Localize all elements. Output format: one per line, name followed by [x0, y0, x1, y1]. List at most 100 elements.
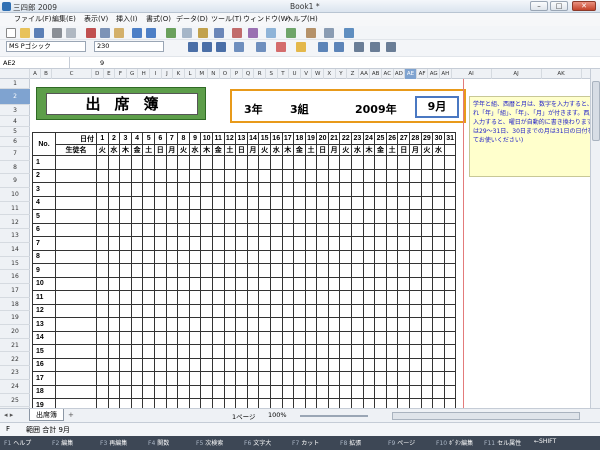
attendance-cell[interactable]	[223, 276, 237, 291]
attendance-cell[interactable]	[420, 155, 434, 170]
attendance-cell[interactable]	[269, 344, 283, 359]
attendance-cell[interactable]	[409, 168, 422, 183]
row-header-7[interactable]: 7	[0, 147, 30, 161]
font-name-select[interactable]: MS Pゴシック	[6, 41, 86, 52]
attendance-cell[interactable]	[223, 290, 237, 305]
attendance-cell[interactable]	[223, 263, 237, 278]
attendance-cell[interactable]	[246, 290, 260, 305]
attendance-cell[interactable]	[153, 330, 167, 345]
attendance-cell[interactable]	[432, 303, 445, 318]
attendance-cell[interactable]	[304, 182, 318, 197]
attendance-cell[interactable]	[374, 263, 387, 278]
attendance-cell[interactable]	[362, 222, 376, 237]
font-grow-icon[interactable]	[318, 42, 328, 52]
attendance-cell[interactable]	[304, 371, 318, 386]
attendance-cell[interactable]	[432, 168, 445, 183]
attendance-cell[interactable]	[304, 344, 318, 359]
attendance-cell[interactable]	[246, 317, 260, 332]
attendance-cell[interactable]	[142, 236, 155, 251]
spreadsheet-grid[interactable]: 出席簿 3年 3組 2009年 9月 学年と組、西暦と月は、数字を入力すると、そ…	[30, 79, 600, 440]
row-header-11[interactable]: 11	[0, 202, 30, 216]
view-icon[interactable]	[324, 28, 334, 38]
attendance-cell[interactable]	[420, 276, 434, 291]
attendance-cell[interactable]	[177, 168, 190, 183]
column-header-c[interactable]: C	[52, 69, 92, 79]
attendance-cell[interactable]	[351, 209, 364, 224]
attendance-cell[interactable]	[96, 168, 109, 183]
attendance-cell[interactable]	[96, 290, 109, 305]
attendance-cell[interactable]	[223, 195, 237, 210]
attendance-cell[interactable]	[177, 371, 190, 386]
attendance-cell[interactable]	[96, 195, 109, 210]
attendance-cell[interactable]	[96, 317, 109, 332]
attendance-cell[interactable]	[420, 263, 434, 278]
attendance-cell[interactable]	[153, 182, 167, 197]
student-name-cell[interactable]	[55, 263, 97, 278]
attendance-cell[interactable]	[130, 249, 144, 264]
attendance-cell[interactable]	[223, 209, 237, 224]
attendance-cell[interactable]	[165, 303, 179, 318]
attendance-cell[interactable]	[188, 182, 202, 197]
attendance-cell[interactable]	[316, 317, 329, 332]
column-header-af[interactable]: AF	[417, 69, 429, 79]
attendance-cell[interactable]	[409, 209, 422, 224]
attendance-cell[interactable]	[397, 155, 411, 170]
attendance-cell[interactable]	[246, 155, 260, 170]
attendance-cell[interactable]	[200, 371, 213, 386]
row-header-15[interactable]: 15	[0, 257, 30, 271]
attendance-cell[interactable]	[200, 195, 213, 210]
attendance-cell[interactable]	[165, 276, 179, 291]
attendance-cell[interactable]	[397, 330, 411, 345]
attendance-cell[interactable]	[269, 357, 283, 372]
attendance-cell[interactable]	[304, 249, 318, 264]
attendance-cell[interactable]	[281, 222, 295, 237]
attendance-cell[interactable]	[153, 222, 167, 237]
attendance-cell[interactable]	[142, 263, 155, 278]
attendance-cell[interactable]	[258, 371, 271, 386]
attendance-cell[interactable]	[211, 195, 225, 210]
year-cell[interactable]: 2009年	[355, 101, 397, 117]
add-sheet-icon[interactable]: +	[68, 411, 74, 419]
attendance-cell[interactable]	[96, 303, 109, 318]
attendance-cell[interactable]	[316, 276, 329, 291]
attendance-cell[interactable]	[142, 384, 155, 399]
attendance-cell[interactable]	[351, 317, 364, 332]
attendance-cell[interactable]	[269, 384, 283, 399]
calendar-icon[interactable]	[306, 28, 316, 38]
attendance-cell[interactable]	[385, 290, 399, 305]
attendance-cell[interactable]	[130, 344, 144, 359]
attendance-cell[interactable]	[327, 195, 341, 210]
attendance-cell[interactable]	[235, 371, 248, 386]
attendance-cell[interactable]	[385, 236, 399, 251]
attendance-cell[interactable]	[327, 263, 341, 278]
row-header-8[interactable]: 8	[0, 161, 30, 175]
attendance-cell[interactable]	[304, 155, 318, 170]
attendance-cell[interactable]	[258, 317, 271, 332]
attendance-cell[interactable]	[119, 209, 132, 224]
attendance-cell[interactable]	[304, 303, 318, 318]
attendance-cell[interactable]	[293, 168, 306, 183]
attendance-cell[interactable]	[397, 168, 411, 183]
attendance-cell[interactable]	[362, 290, 376, 305]
attendance-cell[interactable]	[281, 263, 295, 278]
attendance-cell[interactable]	[246, 209, 260, 224]
attendance-cell[interactable]	[96, 276, 109, 291]
attendance-cell[interactable]	[432, 263, 445, 278]
attendance-cell[interactable]	[443, 384, 457, 399]
attendance-cell[interactable]	[177, 384, 190, 399]
attendance-cell[interactable]	[269, 209, 283, 224]
attendance-cell[interactable]	[142, 209, 155, 224]
attendance-cell[interactable]	[142, 155, 155, 170]
attendance-cell[interactable]	[165, 263, 179, 278]
attendance-cell[interactable]	[246, 276, 260, 291]
attendance-cell[interactable]	[96, 263, 109, 278]
attendance-cell[interactable]	[211, 182, 225, 197]
column-header-o[interactable]: O	[220, 69, 232, 79]
attendance-cell[interactable]	[385, 168, 399, 183]
column-header-f[interactable]: F	[115, 69, 127, 79]
attendance-cell[interactable]	[443, 182, 457, 197]
select-all-corner[interactable]	[0, 69, 30, 79]
attendance-cell[interactable]	[293, 195, 306, 210]
attendance-cell[interactable]	[107, 384, 121, 399]
attendance-cell[interactable]	[385, 182, 399, 197]
